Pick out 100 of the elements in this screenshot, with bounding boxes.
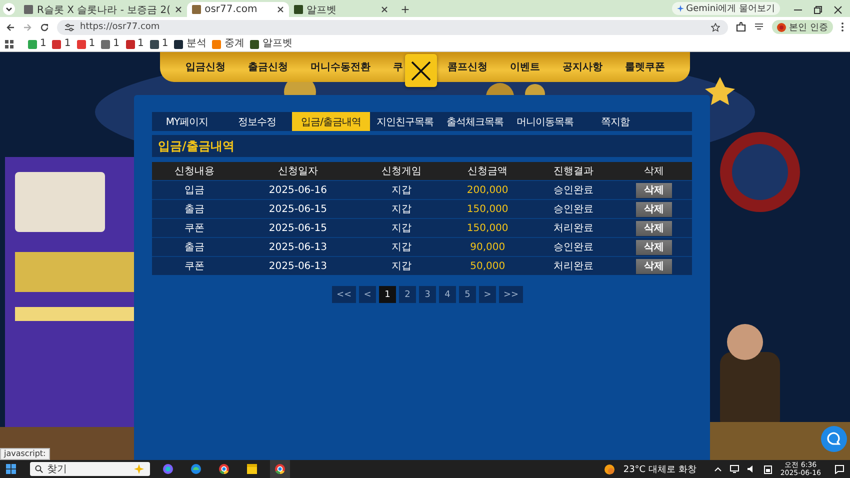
tab[interactable]: MY페이지 — [152, 112, 222, 131]
bookmark-item[interactable]: 알프벳 — [250, 38, 292, 50]
nav-link[interactable]: 이벤트 — [510, 60, 540, 74]
nav-link[interactable]: 머니수동전환 — [310, 60, 370, 74]
page-button[interactable]: < — [359, 286, 376, 303]
network-icon[interactable] — [730, 465, 740, 473]
extensions-icon[interactable] — [736, 22, 746, 32]
delete-button[interactable]: 삭제 — [636, 220, 672, 236]
delete-button[interactable]: 삭제 — [636, 258, 672, 274]
delete-button[interactable]: 삭제 — [636, 202, 672, 216]
nav-link[interactable]: 룰렛쿠폰 — [624, 60, 665, 74]
page-button[interactable]: >> — [499, 286, 523, 303]
favicon-icon — [294, 5, 303, 14]
search-icon — [35, 465, 43, 473]
profile-button[interactable]: 본인 인증 — [772, 20, 833, 34]
chevron-up-icon[interactable] — [714, 466, 722, 472]
sticky-notes-icon[interactable] — [246, 463, 258, 475]
nav-link[interactable]: 출금신청 — [248, 60, 288, 74]
reading-mode-icon[interactable] — [754, 22, 764, 32]
table-cell: 처리완료 — [531, 256, 616, 275]
copilot-icon[interactable] — [162, 463, 174, 475]
browser-tab[interactable]: R슬롯 X 슬롯나라 - 보증금 2( — [19, 2, 187, 17]
table-cell: 승인완료 — [531, 200, 616, 218]
nav-link[interactable]: 공지사항 — [562, 60, 602, 74]
apps-icon[interactable] — [5, 40, 14, 48]
tab[interactable]: 쪽지함 — [580, 112, 650, 131]
bookmark-item[interactable]: 분석 — [174, 38, 206, 50]
table-cell: 쿠폰 — [152, 218, 237, 238]
delete-button[interactable]: 삭제 — [636, 240, 672, 254]
browser-tab[interactable]: osr77.com — [186, 2, 289, 17]
edge-icon[interactable] — [190, 463, 202, 475]
column-header: 신청금액 — [444, 162, 532, 180]
table-cell: 쿠폰 — [152, 256, 237, 275]
page-button[interactable]: 3 — [419, 286, 436, 303]
nav-link[interactable]: 입금신청 — [185, 60, 226, 74]
windows-start-icon[interactable] — [6, 464, 16, 474]
bookmark-item[interactable]: 1 — [126, 38, 144, 50]
bookmark-item[interactable]: 1 — [52, 38, 71, 50]
table-cell: 200,000 — [444, 180, 532, 200]
back-icon[interactable] — [6, 22, 15, 32]
nav-link[interactable]: 콤프신청 — [447, 60, 488, 74]
table-cell: 지갑 — [359, 256, 444, 275]
bookmark-item[interactable]: 1 — [150, 38, 168, 50]
tab[interactable]: 지인친구목록 — [370, 112, 440, 131]
page-button[interactable]: 1 — [379, 286, 396, 303]
weather-icon — [604, 464, 616, 474]
favicon-icon — [150, 40, 159, 48]
table-cell: 지갑 — [359, 200, 444, 218]
profile-avatar-icon — [777, 22, 786, 32]
tab-search-icon[interactable] — [3, 3, 15, 15]
table-cell: 지갑 — [359, 180, 444, 200]
column-header: 신청내용 — [152, 162, 237, 180]
bookmark-item[interactable]: 1 — [76, 38, 96, 50]
page-button[interactable]: 5 — [459, 286, 476, 303]
delete-button[interactable]: 삭제 — [636, 182, 672, 198]
star-icon[interactable] — [711, 22, 720, 32]
favicon-icon — [76, 40, 86, 48]
search-field[interactable]: 찾기 — [30, 462, 150, 476]
tab[interactable]: 입금/출금내역 — [292, 112, 370, 131]
close-icon[interactable] — [174, 6, 182, 13]
bookmark-item[interactable]: 1 — [28, 38, 46, 50]
favicon-icon — [24, 5, 33, 14]
close-button[interactable] — [404, 54, 437, 87]
table-cell: 출금 — [152, 238, 237, 256]
tab[interactable]: 머니이동목록 — [510, 112, 580, 131]
sparkle-icon — [133, 464, 145, 474]
sparkle-icon — [677, 5, 684, 12]
table-cell: 2025-06-16 — [236, 180, 360, 200]
close-icon[interactable] — [380, 6, 388, 13]
tab[interactable]: 출석체크목록 — [440, 112, 510, 131]
bookmark-item[interactable]: 1 — [101, 38, 120, 50]
page-button[interactable]: << — [332, 286, 356, 303]
close-icon[interactable] — [834, 6, 842, 14]
chrome-icon[interactable] — [274, 463, 286, 475]
gemini-button[interactable]: Gemini에게 물어보기 — [672, 2, 780, 15]
favicon-icon — [250, 40, 260, 48]
notification-icon[interactable] — [835, 464, 844, 474]
column-header: 신청일자 — [236, 162, 360, 180]
more-icon[interactable] — [841, 22, 844, 32]
page-button[interactable]: 2 — [399, 286, 416, 303]
table-cell: 150,000 — [444, 200, 532, 218]
browser-tab[interactable]: 알프벳 — [288, 2, 393, 17]
bookmark-item[interactable]: 중계 — [212, 38, 244, 50]
nav-link[interactable]: 쿠 — [392, 60, 403, 74]
favicon-icon — [28, 40, 37, 48]
page-button[interactable]: > — [479, 286, 496, 303]
table-cell: 출금 — [152, 200, 237, 218]
chrome-icon[interactable] — [218, 463, 230, 475]
column-header: 신청게임 — [359, 162, 444, 180]
address-bar[interactable]: https://osr77.com — [57, 20, 728, 34]
table-cell: 150,000 — [444, 218, 532, 238]
close-icon[interactable] — [276, 6, 284, 13]
reload-icon[interactable] — [40, 22, 49, 32]
restore-icon[interactable] — [814, 6, 822, 14]
new-tab-button[interactable]: + — [392, 2, 418, 17]
page-button[interactable]: 4 — [439, 286, 456, 303]
favicon-icon — [52, 40, 62, 48]
table-cell: 2025-06-15 — [236, 218, 360, 238]
tab[interactable]: 정보수정 — [222, 112, 292, 131]
favicon-icon — [174, 40, 184, 48]
